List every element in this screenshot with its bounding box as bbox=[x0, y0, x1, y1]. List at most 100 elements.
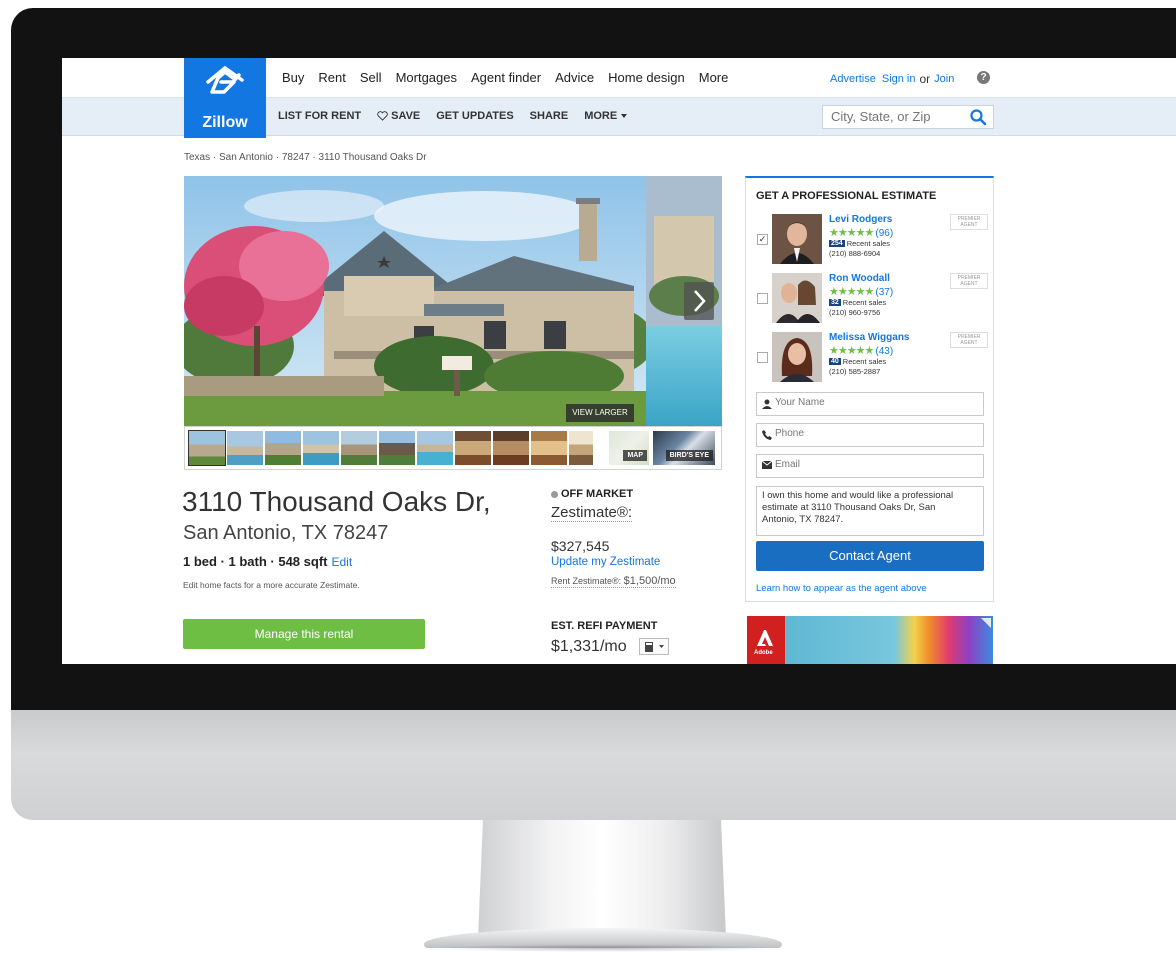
rent-zestimate-label[interactable]: Rent Zestimate®: bbox=[551, 576, 621, 586]
nav-item-more[interactable]: More bbox=[699, 70, 729, 85]
nav-item-advice[interactable]: Advice bbox=[555, 70, 594, 85]
nav-item-rent[interactable]: Rent bbox=[318, 70, 345, 85]
advertisement-banner[interactable]: Adobe bbox=[747, 616, 993, 664]
agent-recent-sales: 32 Recent sales bbox=[829, 298, 886, 307]
thumbnail[interactable] bbox=[227, 431, 263, 465]
property-photo[interactable] bbox=[184, 176, 722, 426]
agent-rating: ★★★★★ (37) bbox=[829, 285, 893, 298]
status-text: OFF MARKET bbox=[561, 488, 634, 500]
share-button[interactable]: SHARE bbox=[530, 110, 569, 122]
logo-wordmark: Zillow bbox=[202, 114, 248, 131]
account-links: Advertise Sign in or Join bbox=[830, 72, 954, 86]
review-count[interactable]: (37) bbox=[875, 287, 893, 298]
name-field bbox=[756, 392, 984, 416]
agent-checkbox[interactable]: ✓ bbox=[757, 234, 768, 245]
thumbnail[interactable] bbox=[531, 431, 567, 465]
ad-info-icon[interactable] bbox=[981, 618, 991, 628]
thumbnail[interactable] bbox=[188, 430, 226, 466]
premier-agent-badge: PREMIER AGENT bbox=[950, 214, 988, 230]
zestimate-label[interactable]: Zestimate®: bbox=[551, 504, 633, 522]
status-badge: OFF MARKET bbox=[551, 488, 633, 500]
thumbnail[interactable] bbox=[417, 431, 453, 465]
rating-stars: ★★★★★ bbox=[829, 227, 874, 239]
thumbnail[interactable] bbox=[341, 431, 377, 465]
address-line2: San Antonio, TX 78247 bbox=[183, 522, 389, 544]
agent-card[interactable]: Ron Woodall ★★★★★ (37) 32 Recent sales (2… bbox=[754, 273, 988, 329]
thumbnail[interactable] bbox=[455, 431, 491, 465]
update-zestimate-link[interactable]: Update my Zestimate bbox=[551, 556, 660, 568]
agent-portrait-image bbox=[772, 332, 822, 382]
agent-card[interactable]: ✓ Levi Rodgers ★★★★★ (96) 254 Recent sale… bbox=[754, 214, 988, 270]
recent-sales-label: Recent sales bbox=[846, 239, 891, 248]
agent-name[interactable]: Ron Woodall bbox=[829, 273, 890, 284]
recent-sales-count: 254 bbox=[829, 240, 845, 247]
nav-item-sell[interactable]: Sell bbox=[360, 70, 382, 85]
rent-zestimate: Rent Zestimate®: $1,500/mo bbox=[551, 575, 676, 588]
save-button[interactable]: SAVE bbox=[377, 110, 420, 122]
sign-in-link[interactable]: Sign in bbox=[882, 73, 916, 85]
caret-down-icon bbox=[621, 114, 628, 118]
thumbnail[interactable] bbox=[569, 431, 593, 465]
birds-eye-thumbnail[interactable]: BIRD'S EYE bbox=[653, 431, 715, 465]
recent-sales-label: Recent sales bbox=[842, 298, 887, 307]
nav-item-home-design[interactable]: Home design bbox=[608, 70, 685, 85]
more-dropdown[interactable]: MORE bbox=[584, 110, 628, 122]
refi-payment-label: EST. REFI PAYMENT bbox=[551, 620, 658, 632]
phone-input[interactable] bbox=[775, 428, 975, 439]
thumbnail[interactable] bbox=[379, 431, 415, 465]
thumbnail[interactable] bbox=[303, 431, 339, 465]
save-label: SAVE bbox=[391, 110, 421, 122]
zillow-logo-icon bbox=[206, 65, 244, 94]
chevron-right-icon bbox=[694, 290, 706, 312]
edit-facts-link[interactable]: Edit bbox=[331, 555, 352, 569]
recent-sales-count: 32 bbox=[829, 299, 841, 306]
zillow-logo[interactable]: Zillow bbox=[184, 58, 266, 138]
map-thumbnail[interactable]: MAP bbox=[609, 431, 649, 465]
listing-actions: LIST FOR RENT SAVE GET UPDATES SHARE MOR… bbox=[278, 110, 628, 122]
phone-icon bbox=[762, 430, 772, 440]
help-icon[interactable]: ? bbox=[977, 71, 990, 84]
agent-checkbox[interactable] bbox=[757, 293, 768, 304]
person-icon bbox=[762, 399, 772, 409]
review-count[interactable]: (96) bbox=[875, 228, 893, 239]
agent-name[interactable]: Melissa Wiggans bbox=[829, 332, 910, 343]
nav-item-agent-finder[interactable]: Agent finder bbox=[471, 70, 541, 85]
agent-checkbox[interactable] bbox=[757, 352, 768, 363]
join-link[interactable]: Join bbox=[934, 73, 954, 85]
review-count[interactable]: (43) bbox=[875, 346, 893, 357]
advertise-link[interactable]: Advertise bbox=[830, 73, 876, 85]
name-input[interactable] bbox=[775, 397, 975, 408]
adobe-brand-text: Adobe bbox=[754, 650, 773, 656]
main-nav: Buy Rent Sell Mortgages Agent finder Adv… bbox=[282, 70, 728, 85]
recent-sales-count: 40 bbox=[829, 358, 841, 365]
email-input[interactable] bbox=[775, 459, 975, 470]
calculator-dropdown[interactable] bbox=[639, 638, 669, 655]
message-textarea[interactable]: I own this home and would like a profess… bbox=[756, 486, 984, 536]
learn-more-link[interactable]: Learn how to appear as the agent above bbox=[756, 583, 927, 594]
phone-field bbox=[756, 423, 984, 447]
breadcrumb[interactable]: Texas · San Antonio · 78247 · 3110 Thous… bbox=[184, 152, 427, 163]
get-updates-button[interactable]: GET UPDATES bbox=[436, 110, 513, 122]
nav-item-mortgages[interactable]: Mortgages bbox=[396, 70, 457, 85]
address-line1: 3110 Thousand Oaks Dr, bbox=[182, 486, 491, 517]
agent-name[interactable]: Levi Rodgers bbox=[829, 214, 892, 225]
thumbnail[interactable] bbox=[493, 431, 529, 465]
status-dot-icon bbox=[551, 490, 558, 498]
thumbnail[interactable] bbox=[265, 431, 301, 465]
list-for-rent-button[interactable]: LIST FOR RENT bbox=[278, 110, 361, 122]
nav-item-buy[interactable]: Buy bbox=[282, 70, 304, 85]
agent-rating: ★★★★★ (96) bbox=[829, 226, 893, 239]
professional-estimate-card: GET A PROFESSIONAL ESTIMATE ✓ Levi Rodge… bbox=[745, 176, 994, 602]
home-facts: 1 bed · 1 bath · 548 sqft Edit bbox=[183, 554, 352, 569]
manage-rental-button[interactable]: Manage this rental bbox=[183, 619, 425, 649]
calculator-icon bbox=[645, 642, 664, 652]
agent-card[interactable]: Melissa Wiggans ★★★★★ (43) 40 Recent sale… bbox=[754, 332, 988, 388]
contact-agent-button[interactable]: Contact Agent bbox=[756, 541, 984, 571]
search-icon[interactable] bbox=[969, 108, 987, 126]
agent-portrait-image bbox=[772, 214, 822, 264]
email-field bbox=[756, 454, 984, 478]
next-photo-button[interactable] bbox=[684, 282, 714, 320]
premier-agent-badge: PREMIER AGENT bbox=[950, 332, 988, 348]
view-larger-button[interactable]: VIEW LARGER bbox=[566, 404, 634, 422]
search-input[interactable] bbox=[831, 109, 961, 124]
